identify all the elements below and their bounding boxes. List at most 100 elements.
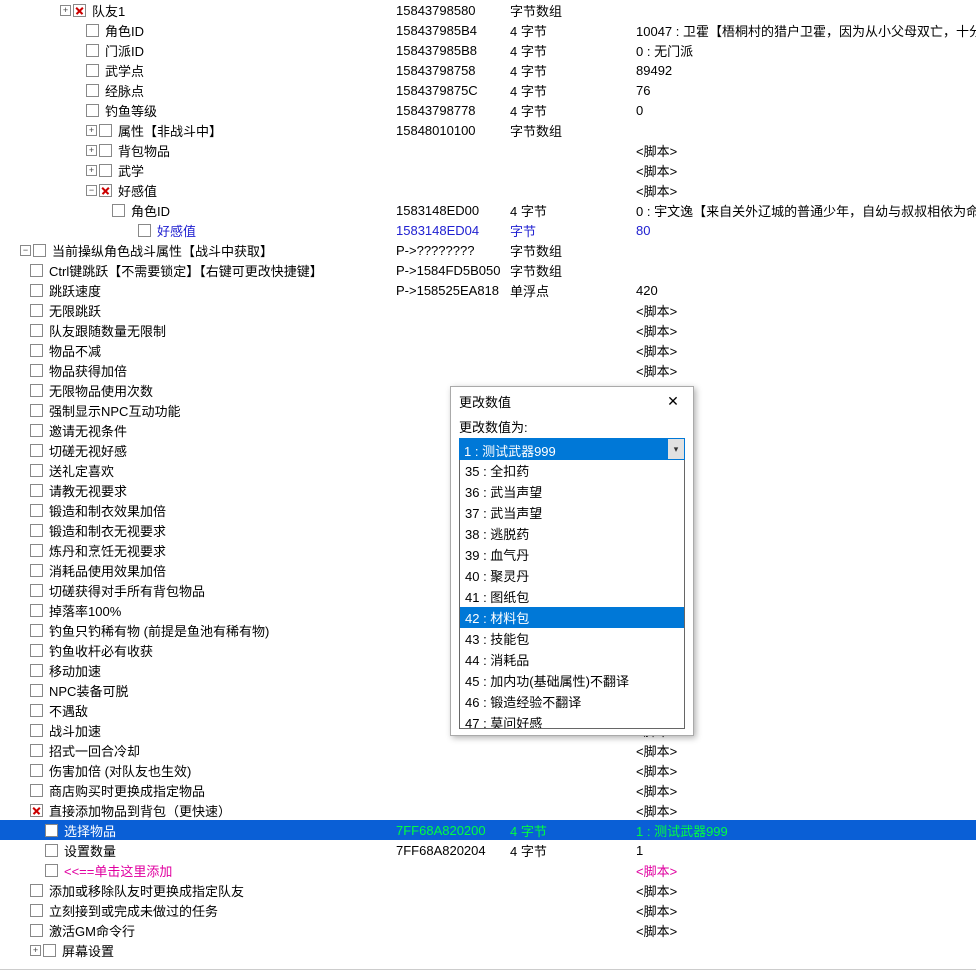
dropdown-option[interactable]: 36 : 武当声望 (460, 481, 684, 502)
active-checkbox[interactable] (30, 444, 43, 457)
active-checkbox[interactable] (73, 4, 86, 17)
active-checkbox[interactable] (30, 264, 43, 277)
expand-icon[interactable]: − (20, 245, 31, 256)
dropdown-option[interactable]: 47 : 莫问好感 (460, 712, 684, 728)
active-checkbox[interactable] (30, 884, 43, 897)
active-checkbox[interactable] (30, 424, 43, 437)
active-checkbox[interactable] (30, 744, 43, 757)
table-row[interactable]: +背包物品<脚本> (0, 140, 976, 160)
active-checkbox[interactable] (30, 464, 43, 477)
active-checkbox[interactable] (30, 724, 43, 737)
entry-value[interactable]: 0 (636, 103, 643, 118)
active-checkbox[interactable] (30, 604, 43, 617)
dropdown-list[interactable]: 35 : 全扣药36 : 武当声望37 : 武当声望38 : 逃脱药39 : 血… (460, 460, 684, 728)
dropdown-option[interactable]: 35 : 全扣药 (460, 460, 684, 481)
table-row[interactable]: 添加或移除队友时更换成指定队友<脚本> (0, 880, 976, 900)
active-checkbox[interactable] (86, 64, 99, 77)
table-row[interactable]: −当前操纵角色战斗属性【战斗中获取】P->????????字节数组 (0, 240, 976, 260)
active-checkbox[interactable] (30, 404, 43, 417)
dropdown-option[interactable]: 39 : 血气丹 (460, 544, 684, 565)
table-row[interactable]: 招式一回合冷却<脚本> (0, 740, 976, 760)
dropdown-option[interactable]: 37 : 武当声望 (460, 502, 684, 523)
table-row[interactable]: 激活GM命令行<脚本> (0, 920, 976, 940)
table-row[interactable]: +屏幕设置 (0, 940, 976, 960)
table-row[interactable]: 经脉点1584379875C4 字节76 (0, 80, 976, 100)
active-checkbox[interactable] (30, 484, 43, 497)
close-icon[interactable]: ✕ (661, 391, 685, 411)
table-row[interactable]: 跳跃速度P->158525EA818单浮点420 (0, 280, 976, 300)
active-checkbox[interactable] (30, 664, 43, 677)
entry-value[interactable]: <脚本> (636, 781, 677, 800)
entry-value[interactable]: <脚本> (636, 901, 677, 920)
entry-value[interactable]: <脚本> (636, 361, 677, 380)
entry-value[interactable]: <脚本> (636, 881, 677, 900)
active-checkbox[interactable] (30, 624, 43, 637)
active-checkbox[interactable] (30, 924, 43, 937)
dropdown-option[interactable]: 42 : 材料包 (460, 607, 684, 628)
table-row[interactable]: +属性【非战斗中】15848010100字节数组 (0, 120, 976, 140)
active-checkbox[interactable] (30, 904, 43, 917)
entry-value[interactable]: 420 (636, 283, 658, 298)
expand-icon[interactable]: + (86, 165, 97, 176)
table-row[interactable]: 立刻接到或完成未做过的任务<脚本> (0, 900, 976, 920)
active-checkbox[interactable] (30, 304, 43, 317)
entry-value[interactable]: <脚本> (636, 161, 677, 180)
active-checkbox[interactable] (30, 584, 43, 597)
entry-value[interactable]: 1 : 测试武器999 (636, 821, 728, 840)
entry-value[interactable]: <脚本> (636, 181, 677, 200)
active-checkbox[interactable] (138, 224, 151, 237)
table-row[interactable]: 选择物品7FF68A8202004 字节1 : 测试武器999 (0, 820, 976, 840)
table-row[interactable]: 队友跟随数量无限制<脚本> (0, 320, 976, 340)
active-checkbox[interactable] (45, 864, 58, 877)
table-row[interactable]: 设置数量7FF68A8202044 字节1 (0, 840, 976, 860)
expand-icon[interactable]: + (86, 125, 97, 136)
active-checkbox[interactable] (30, 504, 43, 517)
entry-value[interactable]: <脚本> (636, 141, 677, 160)
entry-value[interactable]: 89492 (636, 63, 672, 78)
table-row[interactable]: 直接添加物品到背包（更快速）<脚本> (0, 800, 976, 820)
dropdown-option[interactable]: 41 : 图纸包 (460, 586, 684, 607)
table-row[interactable]: 门派ID158437985B84 字节0 : 无门派 (0, 40, 976, 60)
active-checkbox[interactable] (30, 524, 43, 537)
entry-value[interactable]: 0 : 宇文逸【来自关外辽城的普通少年，自幼与叔叔相依为命。】 (636, 201, 976, 220)
table-row[interactable]: 伤害加倍 (对队友也生效)<脚本> (0, 760, 976, 780)
dropdown-option[interactable]: 43 : 技能包 (460, 628, 684, 649)
entry-value[interactable]: 10047 : 卫霍【梧桐村的猎户卫霍，因为从小父母双亡，十分孤傲 (636, 21, 976, 40)
active-checkbox[interactable] (86, 24, 99, 37)
table-row[interactable]: 商店购买时更换成指定物品<脚本> (0, 780, 976, 800)
active-checkbox[interactable] (99, 184, 112, 197)
active-checkbox[interactable] (45, 844, 58, 857)
table-row[interactable]: 角色ID158437985B44 字节10047 : 卫霍【梧桐村的猎户卫霍，因… (0, 20, 976, 40)
entry-value[interactable]: <脚本> (636, 301, 677, 320)
active-checkbox[interactable] (112, 204, 125, 217)
value-combobox[interactable]: 1 : 测试武器999 ▾ (459, 438, 685, 460)
active-checkbox[interactable] (86, 44, 99, 57)
active-checkbox[interactable] (30, 544, 43, 557)
active-checkbox[interactable] (30, 684, 43, 697)
active-checkbox[interactable] (30, 644, 43, 657)
table-row[interactable]: 角色ID1583148ED004 字节0 : 宇文逸【来自关外辽城的普通少年，自… (0, 200, 976, 220)
table-row[interactable]: 好感值1583148ED04字节80 (0, 220, 976, 240)
active-checkbox[interactable] (30, 384, 43, 397)
dropdown-option[interactable]: 44 : 消耗品 (460, 649, 684, 670)
active-checkbox[interactable] (30, 564, 43, 577)
expand-icon[interactable]: − (86, 185, 97, 196)
active-checkbox[interactable] (33, 244, 46, 257)
dropdown-option[interactable]: 45 : 加内功(基础属性)不翻译 (460, 670, 684, 691)
active-checkbox[interactable] (99, 144, 112, 157)
expand-icon[interactable]: + (86, 145, 97, 156)
dropdown-option[interactable]: 46 : 锻造经验不翻译 (460, 691, 684, 712)
active-checkbox[interactable] (99, 124, 112, 137)
active-checkbox[interactable] (30, 784, 43, 797)
entry-value[interactable]: <脚本> (636, 761, 677, 780)
entry-value[interactable]: <脚本> (636, 861, 677, 880)
dropdown-option[interactable]: 38 : 逃脱药 (460, 523, 684, 544)
active-checkbox[interactable] (30, 704, 43, 717)
active-checkbox[interactable] (30, 364, 43, 377)
table-row[interactable]: 钓鱼等级158437987784 字节0 (0, 100, 976, 120)
dropdown-option[interactable]: 40 : 聚灵丹 (460, 565, 684, 586)
entry-value[interactable]: 80 (636, 223, 650, 238)
entry-value[interactable]: 0 : 无门派 (636, 41, 693, 60)
active-checkbox[interactable] (30, 324, 43, 337)
active-checkbox[interactable] (30, 804, 43, 817)
